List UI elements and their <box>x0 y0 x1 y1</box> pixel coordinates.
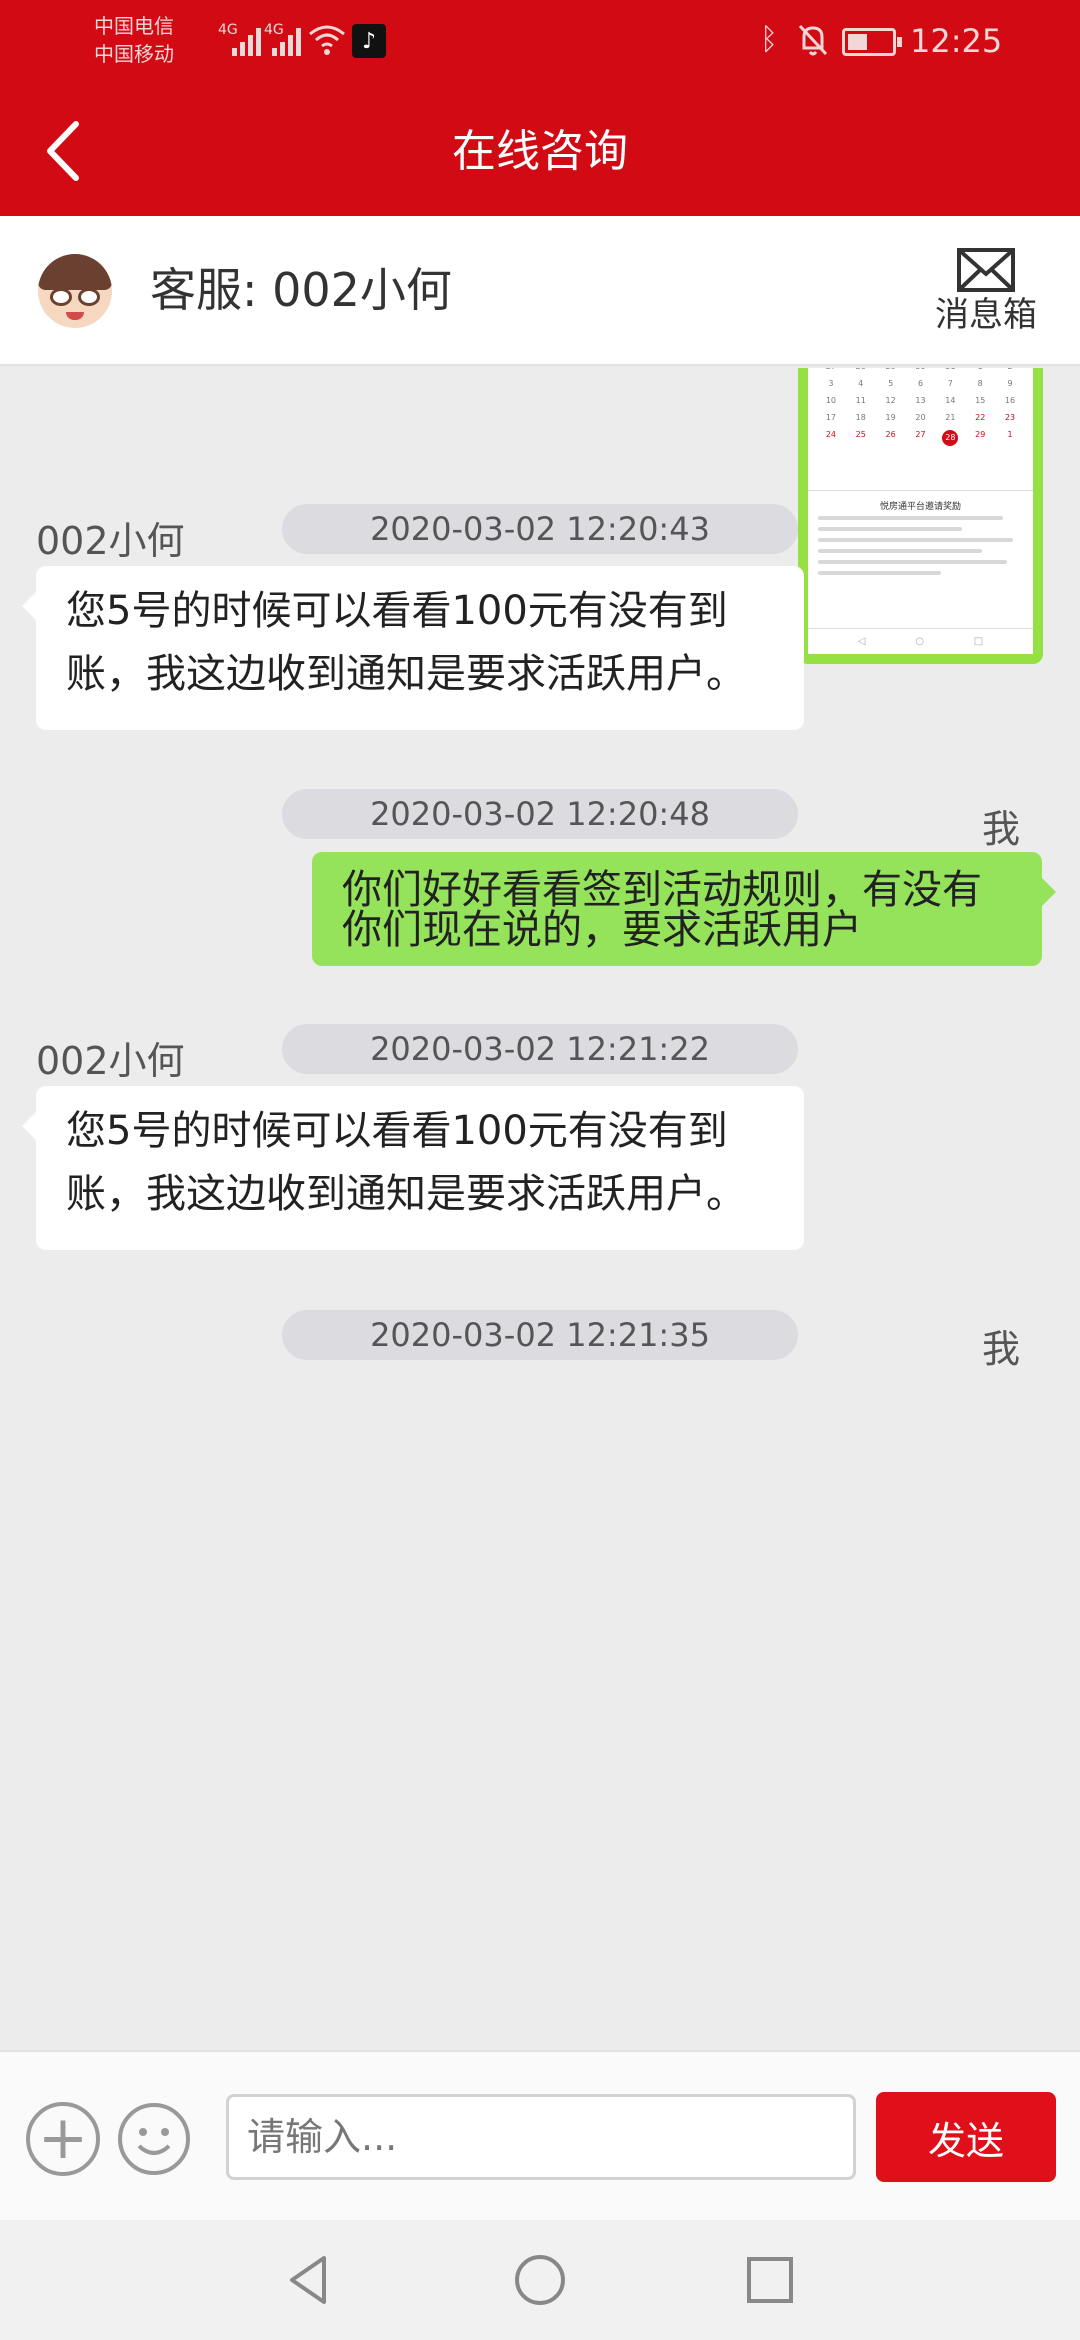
calendar-day: 28 <box>942 430 959 446</box>
page-title: 在线咨询 <box>452 126 628 177</box>
calendar-day: 12 <box>885 396 896 405</box>
system-home-icon[interactable] <box>510 2250 570 2310</box>
agent-name: 客服: 002小何 <box>150 263 452 317</box>
calendar-day: 1 <box>1007 430 1013 439</box>
top-bar: 中国电信 中国移动 4G 4G ♪ ᛒ 12:25 在线咨询 <box>0 0 1080 216</box>
signal-icon <box>232 26 266 56</box>
calendar-day: 24 <box>825 430 837 439</box>
calendar-day: 10 <box>825 396 837 405</box>
message-timestamp: 2020-03-02 12:21:35 <box>282 1310 798 1360</box>
chat-area[interactable]: 2728293031123456789101112131415161718192… <box>0 368 1080 2050</box>
calendar-day: 23 <box>1004 413 1016 422</box>
mute-bell-icon <box>798 24 828 56</box>
battery-fill <box>848 34 867 50</box>
agent-bar: 客服: 002小何 消息箱 <box>0 216 1080 366</box>
message-bubble-agent[interactable]: 您5号的时候可以看看100元有没有到账，我这边收到通知是要求活跃用户。 <box>22 1086 804 1250</box>
add-plus-icon[interactable]: + <box>26 2102 100 2176</box>
calendar-day: 22 <box>975 413 986 422</box>
recent-square-icon: □ <box>973 636 984 647</box>
message-sender: 我 <box>982 807 1021 851</box>
bluetooth-icon: ᛒ <box>760 22 778 57</box>
home-circle-icon: ○ <box>915 636 924 647</box>
calendar-day: 29 <box>876 368 906 371</box>
calendar-day: 25 <box>855 430 866 439</box>
inbox-label: 消息箱 <box>935 295 1037 335</box>
input-bar: + 发送 <box>0 2050 1080 2220</box>
image-text-lines <box>818 516 1023 582</box>
calendar-day: 21 <box>945 413 956 422</box>
signal-icon-2 <box>272 26 306 56</box>
system-nav-bar <box>0 2220 1080 2340</box>
calendar-day: 11 <box>855 396 866 405</box>
envelope-icon <box>957 248 1015 292</box>
calendar-day: 28 <box>846 368 876 371</box>
wifi-icon <box>309 25 345 55</box>
calendar-day: 18 <box>855 413 866 422</box>
calendar-grid: 2728293031123456789101112131415161718192… <box>816 368 1025 446</box>
emoji-icon[interactable] <box>117 2102 191 2176</box>
calendar-day: 14 <box>945 396 956 405</box>
agent-avatar <box>38 254 112 328</box>
calendar-day: 31 <box>935 368 965 371</box>
calendar-day: 7 <box>947 379 953 388</box>
calendar-day: 27 <box>915 430 926 439</box>
status-time: 12:25 <box>910 22 1003 60</box>
calendar-day: 29 <box>975 430 986 439</box>
message-bubble-user[interactable]: 你们好好看看签到活动规则，有没有你们现在说的，要求活跃用户 <box>312 852 1056 966</box>
carrier-labels: 中国电信 中国移动 <box>94 12 174 68</box>
calendar-day: 13 <box>915 396 926 405</box>
calendar-day: 2 <box>995 368 1025 371</box>
tiktok-icon: ♪ <box>352 24 386 58</box>
image-nav-bar: ◁ ○ □ <box>808 628 1033 654</box>
battery-icon <box>842 28 902 56</box>
carrier-2: 中国移动 <box>94 42 174 66</box>
status-bar: 中国电信 中国移动 4G 4G ♪ ᛒ 12:25 <box>0 0 1080 84</box>
message-sender: 我 <box>982 1327 1021 1371</box>
inbox-button[interactable]: 消息箱 <box>926 246 1046 346</box>
calendar-day: 15 <box>975 396 986 405</box>
carrier-1: 中国电信 <box>94 14 174 38</box>
calendar-day: 3 <box>828 379 834 388</box>
send-button[interactable]: 发送 <box>876 2092 1056 2182</box>
calendar-day: 16 <box>1004 396 1016 405</box>
calendar-day: 5 <box>888 379 894 388</box>
calendar-day: 26 <box>885 430 896 439</box>
system-recents-icon[interactable] <box>740 2250 800 2310</box>
shared-image: 2728293031123456789101112131415161718192… <box>808 368 1033 654</box>
calendar-day: 4 <box>858 379 864 388</box>
calendar-day: 20 <box>915 413 926 422</box>
image-section-title: 悦房通平台邀请奖励 <box>808 490 1033 512</box>
calendar-day: 6 <box>917 379 924 388</box>
message-timestamp: 2020-03-02 12:20:48 <box>282 789 798 839</box>
message-timestamp: 2020-03-02 12:20:43 <box>282 504 798 554</box>
message-bubble-agent[interactable]: 您5号的时候可以看看100元有没有到账，我这边收到通知是要求活跃用户。 <box>22 566 804 730</box>
back-triangle-icon: ◁ <box>857 636 866 647</box>
system-back-icon[interactable] <box>280 2250 340 2310</box>
calendar-day: 19 <box>885 413 896 422</box>
calendar-day: 8 <box>977 379 983 388</box>
message-sender: 002小何 <box>36 519 185 563</box>
calendar-day: 9 <box>1007 379 1013 388</box>
calendar-day: 17 <box>825 413 837 422</box>
calendar-day: 27 <box>816 368 846 371</box>
message-input[interactable] <box>226 2094 856 2180</box>
calendar-day: 30 <box>906 368 936 371</box>
message-timestamp: 2020-03-02 12:21:22 <box>282 1024 798 1074</box>
calendar-day: 1 <box>965 368 995 371</box>
message-sender: 002小何 <box>36 1039 185 1083</box>
shared-image-message[interactable]: 2728293031123456789101112131415161718192… <box>798 368 1043 664</box>
